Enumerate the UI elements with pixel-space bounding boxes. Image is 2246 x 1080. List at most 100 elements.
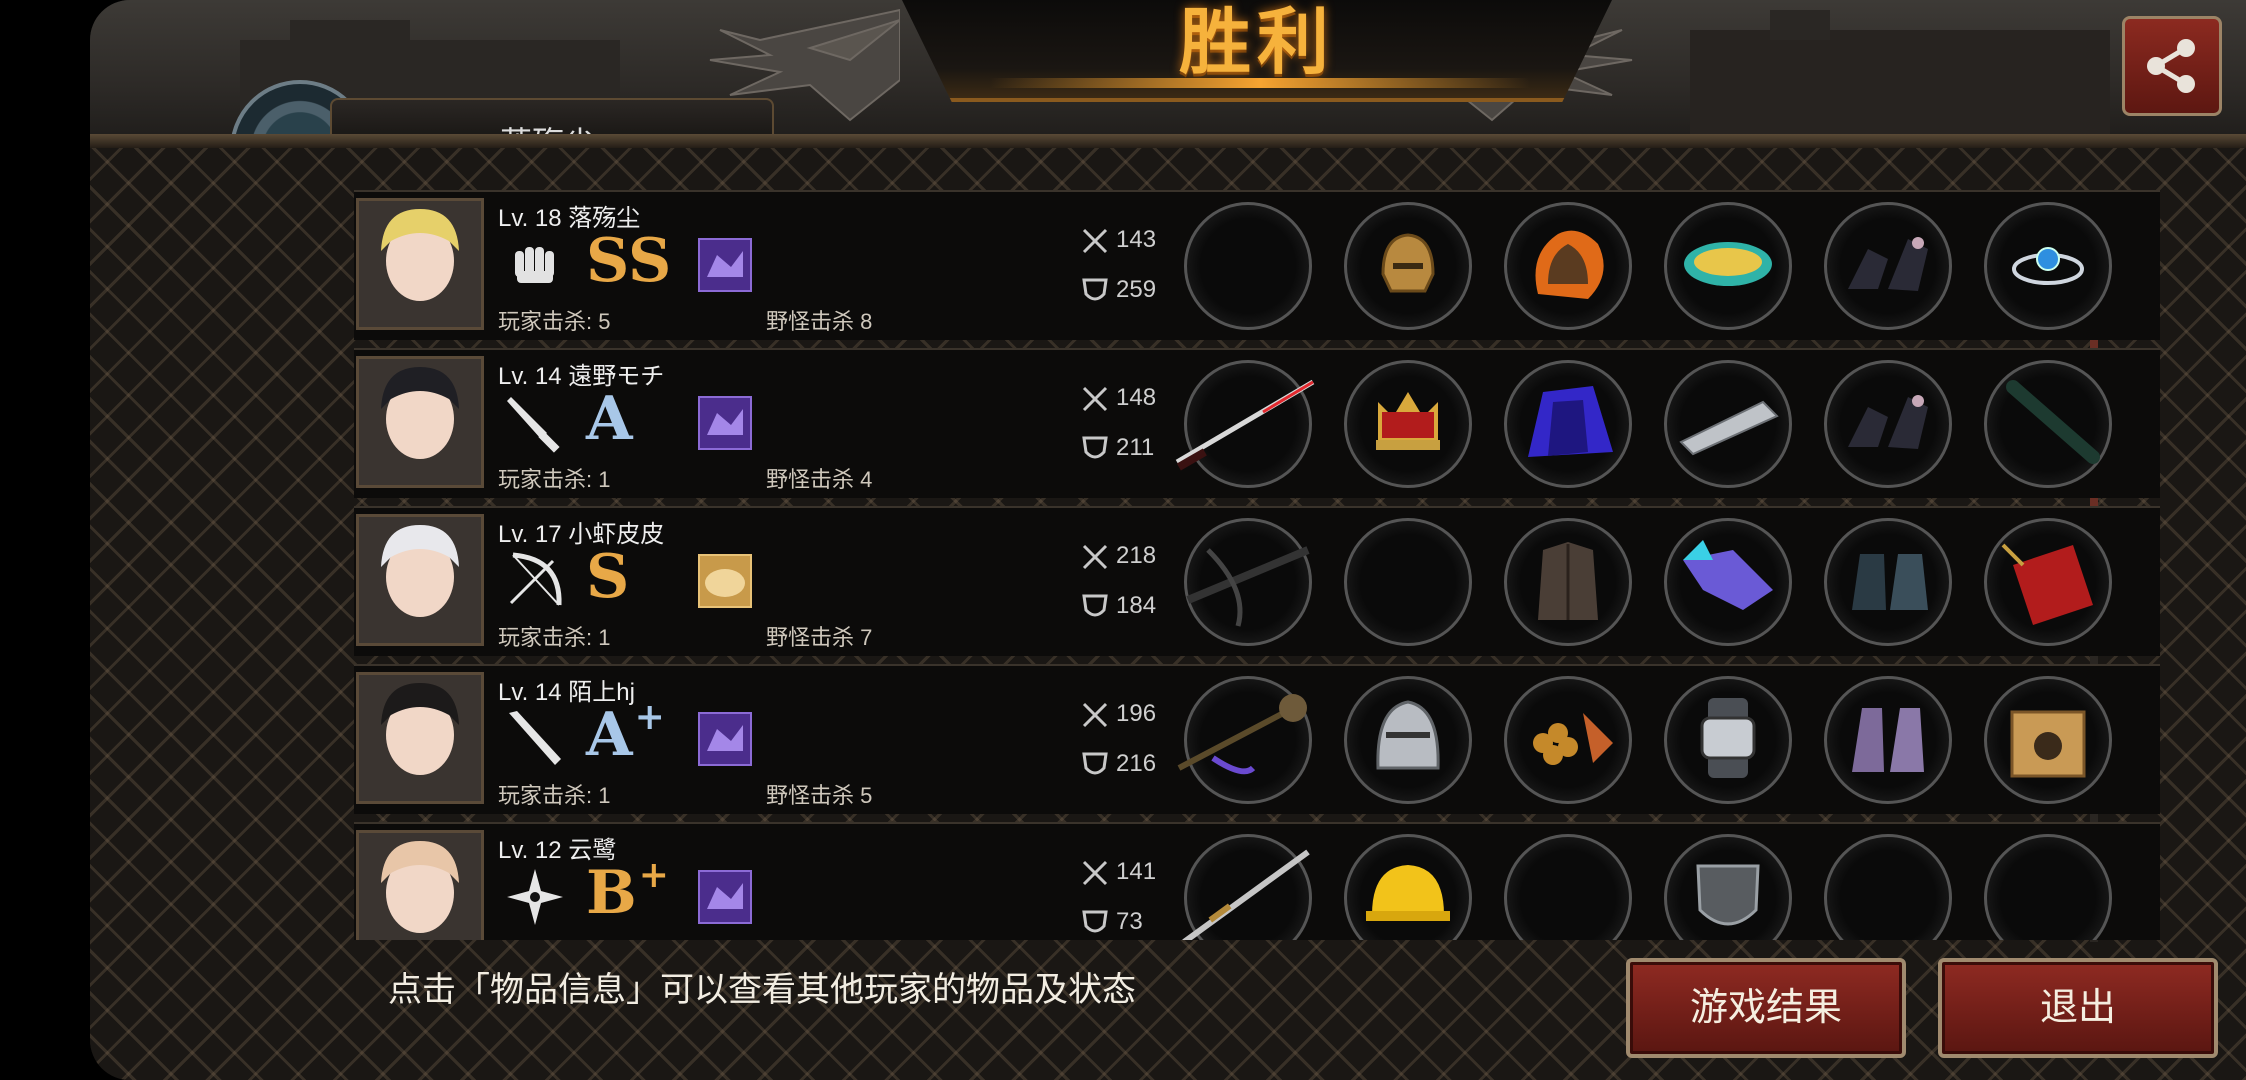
equipment-slot[interactable] [1984, 360, 2112, 488]
player-level: Lv. 17 [498, 521, 562, 548]
character-grade: B+ [586, 854, 669, 928]
blue-gem-ring-icon [2003, 219, 2093, 314]
fist-icon [502, 232, 568, 298]
player-kill-count: 玩家击杀: 1 [498, 467, 611, 492]
grade-letter: A [586, 700, 633, 770]
player-level: Lv. 14 [498, 363, 562, 390]
equipment-slot[interactable] [1824, 834, 1952, 940]
player-row[interactable]: Lv. 14 遠野モチ A 玩家击杀: 1 野怪击杀 4 148 211 [354, 348, 2160, 498]
player-level-name: Lv. 17 小虾皮皮 [498, 514, 664, 549]
attack-value: 196 [1116, 700, 1157, 727]
grade-plus: + [638, 854, 669, 896]
player-row[interactable]: Lv. 18 落殇尘 SS 玩家击杀: 5 野怪击杀 8 143 259 [354, 190, 2160, 340]
equipment-slot[interactable] [1504, 676, 1632, 804]
defense-icon [1080, 592, 1110, 622]
equipment-slot[interactable] [1184, 202, 1312, 330]
left-wing-emblem [709, 8, 900, 122]
equipment-slot[interactable] [1504, 202, 1632, 330]
bread-icon[interactable] [692, 548, 758, 614]
red-katana-icon [1173, 372, 1323, 477]
equipment-slot[interactable] [1504, 518, 1632, 646]
iron-shield-icon [1678, 846, 1778, 941]
panel-top-border [90, 134, 2246, 148]
bat-icon [502, 706, 568, 772]
player-row[interactable]: Lv. 14 陌上hj A+ 玩家击杀: 1 野怪击杀 5 196 216 [354, 664, 2160, 814]
flaming-armor-icon [1518, 214, 1618, 319]
player-level-name: Lv. 14 遠野モチ [498, 356, 664, 391]
character-grade: A+ [586, 696, 665, 770]
character-grade: S [586, 542, 629, 612]
player-row[interactable]: Lv. 12 云鹭 B+ 141 73 [354, 822, 2160, 940]
attack-icon [1080, 858, 1110, 888]
equipment-slot[interactable] [1824, 518, 1952, 646]
player-list[interactable]: Lv. 18 落殇尘 SS 玩家击杀: 5 野怪击杀 8 143 259 Lv. 14 遠野… [258, 190, 2160, 940]
equipment-slot[interactable] [1664, 834, 1792, 940]
equipment-slot[interactable] [1664, 202, 1792, 330]
purple-chip-icon[interactable] [692, 864, 758, 930]
equipment-slot[interactable] [1984, 518, 2112, 646]
equipment-slot[interactable] [1984, 676, 2112, 804]
equipment-slot[interactable] [1184, 518, 1312, 646]
defense-icon [1080, 434, 1110, 464]
player-portrait[interactable] [356, 356, 484, 488]
game-result-button[interactable]: 游戏结果 [1626, 958, 1906, 1058]
equipment-slot[interactable] [1504, 834, 1632, 940]
share-button[interactable] [2122, 16, 2222, 116]
equipment-slot[interactable] [1177, 676, 1312, 804]
player-level: Lv. 12 [498, 837, 562, 864]
attack-icon [1080, 384, 1110, 414]
defense-icon [1080, 908, 1110, 938]
equipment-slot[interactable] [1984, 834, 2112, 940]
equipment-slot[interactable] [1664, 360, 1792, 488]
purple-chip-icon[interactable] [692, 390, 758, 456]
purple-boots-icon [1838, 688, 1938, 793]
quiver-icon [1993, 525, 2103, 640]
defense-value: 73 [1116, 908, 1143, 935]
equipment-slot[interactable] [1344, 676, 1472, 804]
player-portrait[interactable] [356, 830, 484, 940]
grade-letter: A [586, 384, 633, 454]
equipment-slot[interactable] [1182, 834, 1312, 940]
player-kill-count: 玩家击杀: 1 [498, 625, 611, 650]
player-kill-count: 玩家击杀: 1 [498, 783, 611, 808]
spiked-flail-icon [1173, 688, 1323, 793]
defense-value: 259 [1116, 276, 1157, 303]
equipment-slot[interactable] [1344, 518, 1472, 646]
player-portrait[interactable] [356, 672, 484, 804]
attack-value: 143 [1116, 226, 1157, 253]
long-sword-icon [1178, 846, 1318, 940]
grade-letter: B [586, 858, 637, 928]
player-row[interactable]: Lv. 17 小虾皮皮 S 玩家击杀: 1 野怪击杀 7 218 184 [354, 506, 2160, 656]
purple-chip-icon[interactable] [692, 232, 758, 298]
purple-chip-icon[interactable] [692, 706, 758, 772]
equipment-slot[interactable] [1824, 360, 1952, 488]
equipment-slot[interactable] [1175, 360, 1315, 488]
bronze-helmet-icon [1363, 219, 1453, 314]
equipment-slot[interactable] [1664, 676, 1792, 804]
baton-icon [1993, 367, 2103, 482]
equipment-slot[interactable] [1344, 202, 1472, 330]
leather-jacket-icon [1523, 530, 1613, 635]
player-portrait[interactable] [356, 198, 484, 330]
equipment-slot[interactable] [1824, 676, 1952, 804]
grape-gauntlet-icon [1513, 683, 1623, 798]
dark-boots-icon [1838, 219, 1938, 314]
equipment-slot[interactable] [1824, 202, 1952, 330]
equipment-slot[interactable] [1984, 202, 2112, 330]
smart-watch-icon [1678, 688, 1778, 793]
blue-robe-icon [1513, 372, 1623, 477]
attack-value: 218 [1116, 542, 1157, 569]
equipment-slot[interactable] [1664, 518, 1792, 646]
shuriken-icon [502, 864, 568, 930]
equipment-slot[interactable] [1344, 834, 1472, 940]
exit-button[interactable]: 退出 [1938, 958, 2218, 1058]
cat-box-icon [1998, 688, 2098, 793]
gold-bracer-icon [1678, 224, 1778, 309]
grade-letter: SS [586, 226, 672, 296]
equipment-slot[interactable] [1504, 360, 1632, 488]
player-portrait[interactable] [356, 514, 484, 646]
armored-boots-icon [1838, 530, 1938, 635]
attack-icon [1080, 700, 1110, 730]
defense-value: 211 [1116, 434, 1155, 461]
equipment-slot[interactable] [1344, 360, 1472, 488]
